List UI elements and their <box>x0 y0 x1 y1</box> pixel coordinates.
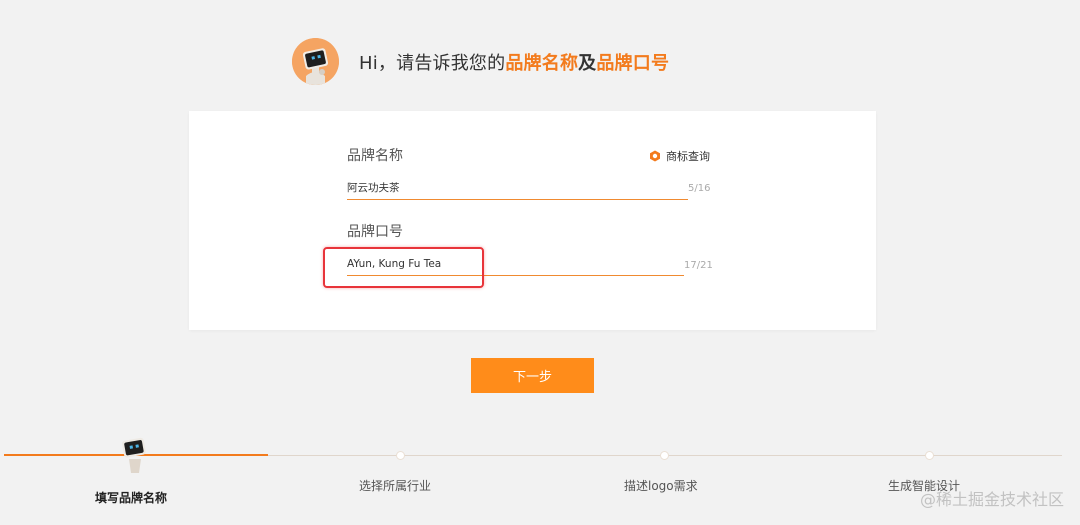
watermark-text: @稀土掘金技术社区 <box>919 490 1064 509</box>
next-step-button[interactable]: 下一步 <box>471 358 594 393</box>
trademark-hex-icon <box>650 150 660 162</box>
trademark-query-link[interactable]: 商标查询 <box>649 148 710 164</box>
current-step-robot-icon <box>119 437 151 473</box>
greeting-header: Hi，请告诉我您的品牌名称及品牌口号 <box>292 38 669 85</box>
step-dot-generate[interactable] <box>925 451 934 460</box>
greeting-text: Hi，请告诉我您的品牌名称及品牌口号 <box>359 49 669 75</box>
brand-name-counter: 5/16 <box>688 183 711 194</box>
greeting-brand-name-highlight: 品牌名称 <box>505 52 579 74</box>
step-dot-logo-needs[interactable] <box>660 451 669 460</box>
brand-name-label: 品牌名称 <box>347 148 403 164</box>
slogan-label: 品牌口号 <box>347 224 403 240</box>
greeting-prefix: Hi，请告诉我您的 <box>359 52 506 74</box>
slogan-field[interactable] <box>347 252 684 276</box>
slogan-input[interactable] <box>347 252 684 276</box>
slogan-counter: 17/21 <box>684 260 713 271</box>
step-label-industry: 选择所属行业 <box>359 479 432 493</box>
greeting-slogan-highlight: 品牌口号 <box>596 52 670 74</box>
trademark-query-label: 商标查询 <box>666 150 710 163</box>
brand-form-card: 品牌名称 商标查询 5/16 品牌口号 17/21 <box>189 111 876 330</box>
brand-name-field[interactable] <box>347 176 688 200</box>
greeting-joiner: 及 <box>578 52 597 74</box>
step-label-brand-name: 填写品牌名称 <box>95 491 168 505</box>
brand-name-input[interactable] <box>347 176 688 199</box>
step-dot-industry[interactable] <box>396 451 405 460</box>
robot-avatar-icon <box>292 38 339 85</box>
step-label-logo-needs: 描述logo需求 <box>624 479 698 493</box>
